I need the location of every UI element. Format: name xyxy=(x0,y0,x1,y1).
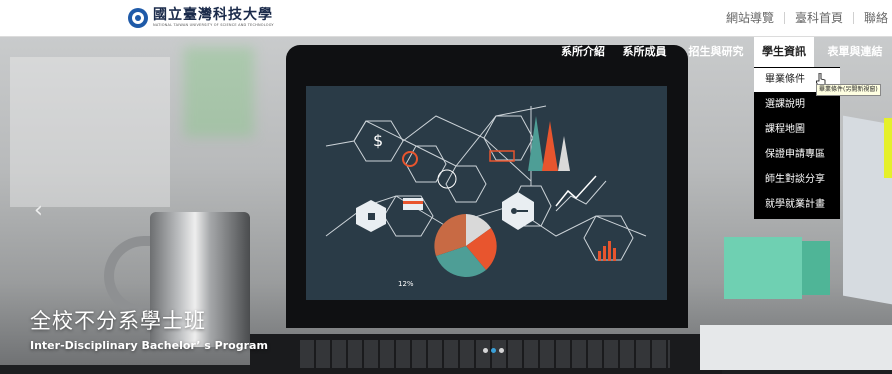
laptop-display: $ 12% xyxy=(306,86,667,300)
dropdown-item-course-map[interactable]: 課程地圖 xyxy=(754,118,840,142)
carousel-dot[interactable] xyxy=(483,348,488,353)
svg-text:$: $ xyxy=(373,131,383,150)
hero-subtitle: Inter-Disciplinary Bachelor’ s Program xyxy=(30,339,268,352)
tooltip: 畢業條件(另開新視窗) xyxy=(816,84,881,96)
svg-text:12%: 12% xyxy=(398,280,414,288)
green-box-side xyxy=(802,241,830,295)
nav-item-members[interactable]: 系所成員 xyxy=(617,37,672,67)
carousel-dot[interactable] xyxy=(499,348,504,353)
nav-item-student-info[interactable]: 學生資訊 xyxy=(754,37,814,67)
university-logo[interactable]: 國立臺灣科技大學 NATIONAL TAIWAN UNIVERSITY OF S… xyxy=(127,6,274,30)
laptop-keyboard xyxy=(300,340,670,368)
dropdown-item-study-employment-plan[interactable]: 就學就業計畫 xyxy=(754,193,840,217)
nav-item-forms-links[interactable]: 表單與連結 xyxy=(818,37,892,67)
logo-english-name: NATIONAL TAIWAN UNIVERSITY OF SCIENCE AN… xyxy=(153,23,274,28)
carousel-dot-active[interactable] xyxy=(491,348,496,353)
infographic-illustration: $ 12% xyxy=(325,105,647,288)
dropdown-item-teacher-student-talks[interactable]: 師生對談分享 xyxy=(754,168,840,192)
top-bar: 國立臺灣科技大學 NATIONAL TAIWAN UNIVERSITY OF S… xyxy=(0,0,892,37)
desk-paper xyxy=(700,325,892,370)
dropdown-item-course-selection[interactable]: 選課說明 xyxy=(754,93,840,117)
top-link-ntust-home[interactable]: 臺科首頁 xyxy=(783,12,853,24)
hero-title: 全校不分系學士班 xyxy=(30,309,206,333)
nav-item-department-intro[interactable]: 系所介紹 xyxy=(554,37,612,67)
green-box xyxy=(724,237,802,299)
university-emblem-icon xyxy=(128,8,148,28)
yellow-note xyxy=(884,118,892,178)
background-plant xyxy=(184,47,254,137)
background-window xyxy=(10,57,170,207)
carousel-prev-icon[interactable]: ‹ xyxy=(34,198,43,223)
top-link-contact[interactable]: 聯絡 xyxy=(852,12,892,24)
nav-item-admissions-research[interactable]: 招生與研究 xyxy=(677,37,755,67)
top-link-sitemap[interactable]: 網站導覽 xyxy=(716,12,784,24)
top-links: 網站導覽 臺科首頁 聯絡 xyxy=(716,0,892,36)
logo-chinese-name: 國立臺灣科技大學 xyxy=(153,7,273,24)
dropdown-item-guarantee-application[interactable]: 保證申請專區 xyxy=(754,143,840,167)
carousel-indicators xyxy=(483,348,504,353)
